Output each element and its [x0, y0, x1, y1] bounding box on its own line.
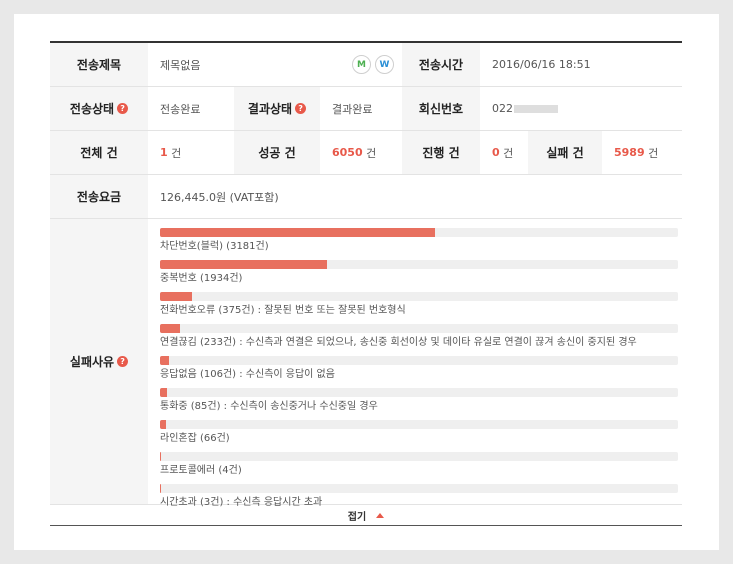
title-cell: 제목없음 M W — [148, 43, 402, 86]
fail-unit: 건 — [648, 146, 659, 160]
result-help-icon[interactable]: ? — [295, 103, 307, 114]
reply-cell: 022 — [480, 87, 682, 130]
fee-row: 전송요금 126,445.0원 (VAT포함) — [50, 175, 682, 219]
reason-label-text: 차단번호(블럭) (3181건) — [160, 241, 269, 252]
reply-label: 회신번호 — [402, 87, 480, 130]
reason-label-text: 라인혼잡 (66건) — [160, 433, 230, 444]
progress-count: 0 — [492, 146, 500, 159]
success-label: 성공 건 — [234, 131, 320, 174]
reason-bar-fill — [160, 388, 168, 397]
reason-item: 라인혼잡 (66건) — [160, 420, 682, 445]
status-label-cell: 전송상태 ? — [50, 87, 148, 130]
reason-item: 전화번호오류 (375건) : 잘못된 번호 또는 잘못된 번호형식 — [160, 292, 682, 317]
fail-cell: 5989 건 — [602, 131, 682, 174]
reply-value: 022 — [492, 102, 513, 115]
reason-bar-track — [160, 228, 678, 237]
fail-count: 5989 — [614, 146, 645, 159]
time-value: 2016/06/16 18:51 — [492, 58, 591, 71]
reason-bar-track — [160, 452, 678, 461]
result-label: 결과상태 — [247, 102, 293, 116]
total-count: 1 — [160, 146, 168, 159]
reason-bar-fill — [160, 324, 181, 333]
send-result-table: 전송제목 제목없음 M W 전송시간 2016/06/16 18:51 전송상태… — [50, 41, 682, 526]
success-unit: 건 — [366, 146, 377, 160]
reason-bar-track — [160, 484, 678, 493]
reason-label: 실패사유 — [69, 355, 115, 369]
reason-label-text: 연결끊김 (233건) : 수신측과 연결은 되었으나, 송신중 회선이상 및 … — [160, 337, 637, 348]
progress-unit: 건 — [503, 146, 514, 160]
title-row: 전송제목 제목없음 M W 전송시간 2016/06/16 18:51 — [50, 43, 682, 87]
reason-bar-fill — [160, 356, 170, 365]
reason-label-text: 중복번호 (1934건) — [160, 273, 243, 284]
mobile-badge-icon[interactable]: M — [352, 55, 371, 74]
reason-label-text: 전화번호오류 (375건) : 잘못된 번호 또는 잘못된 번호형식 — [160, 305, 406, 316]
reason-label-text: 통화중 (85건) : 수신측이 송신중거나 수신중일 경우 — [160, 401, 378, 412]
counts-row: 전체 건 1 건 성공 건 6050 건 진행 건 0 건 실패 건 5989 … — [50, 131, 682, 175]
reason-label-text: 시간초과 (3건) : 수신측 응답시간 초과 — [160, 497, 323, 508]
reason-list: 차단번호(블럭) (3181건) 중복번호 (1934건) 전화번호오류 (375건… — [148, 219, 682, 508]
reason-item: 연결끊김 (233건) : 수신측과 연결은 되었으나, 송신중 회선이상 및 … — [160, 324, 682, 349]
success-count: 6050 — [332, 146, 363, 159]
caret-up-icon — [376, 512, 385, 518]
time-label: 전송시간 — [402, 43, 480, 86]
reason-help-icon[interactable]: ? — [117, 356, 129, 367]
reason-bar-track — [160, 420, 678, 429]
reason-label-cell: 실패사유 ? — [50, 219, 148, 504]
reason-bar-fill — [160, 260, 328, 269]
title-label: 전송제목 — [50, 43, 148, 86]
progress-cell: 0 건 — [480, 131, 528, 174]
reason-item: 차단번호(블럭) (3181건) — [160, 228, 682, 253]
reason-bar-fill — [160, 420, 166, 429]
reason-bar-fill — [160, 228, 436, 237]
result-value: 결과완료 — [332, 102, 373, 116]
reason-bar-track — [160, 260, 678, 269]
progress-label: 진행 건 — [402, 131, 480, 174]
total-cell: 1 건 — [148, 131, 234, 174]
reason-bar-track — [160, 356, 678, 365]
status-value: 전송완료 — [160, 102, 201, 116]
reason-item: 프로토콜에러 (4건) — [160, 452, 682, 477]
channel-badges: M W — [352, 55, 394, 74]
reason-bar-track — [160, 292, 678, 301]
reason-label-text: 프로토콜에러 (4건) — [160, 465, 242, 476]
result-label-cell: 결과상태 ? — [234, 87, 320, 130]
status-row: 전송상태 ? 전송완료 결과상태 ? 결과완료 회신번호 022 — [50, 87, 682, 131]
reason-item: 통화중 (85건) : 수신측이 송신중거나 수신중일 경우 — [160, 388, 682, 413]
fee-label: 전송요금 — [50, 175, 148, 218]
total-unit: 건 — [171, 146, 182, 160]
reason-label-text: 응답없음 (106건) : 수신측이 응답이 없음 — [160, 369, 335, 380]
result-card: 전송제목 제목없음 M W 전송시간 2016/06/16 18:51 전송상태… — [14, 14, 719, 550]
fail-label: 실패 건 — [528, 131, 602, 174]
reason-item: 응답없음 (106건) : 수신측이 응답이 없음 — [160, 356, 682, 381]
success-cell: 6050 건 — [320, 131, 402, 174]
reason-item: 중복번호 (1934건) — [160, 260, 682, 285]
reason-bar-track — [160, 324, 678, 333]
web-badge-icon[interactable]: W — [375, 55, 394, 74]
fold-label: 접기 — [347, 511, 367, 523]
reason-row: 실패사유 ? 차단번호(블럭) (3181건) 중복번호 (1934건) 전화번호오… — [50, 219, 682, 508]
reason-item: 시간초과 (3건) : 수신측 응답시간 초과 — [160, 484, 682, 509]
masked-number — [514, 104, 558, 113]
fee-value: 126,445.0원 (VAT포함) — [160, 190, 279, 204]
status-label: 전송상태 — [69, 102, 115, 116]
reason-bar-fill — [160, 292, 193, 301]
reason-bar-track — [160, 388, 678, 397]
status-help-icon[interactable]: ? — [117, 103, 129, 114]
total-label: 전체 건 — [50, 131, 148, 174]
title-value: 제목없음 — [160, 58, 201, 72]
